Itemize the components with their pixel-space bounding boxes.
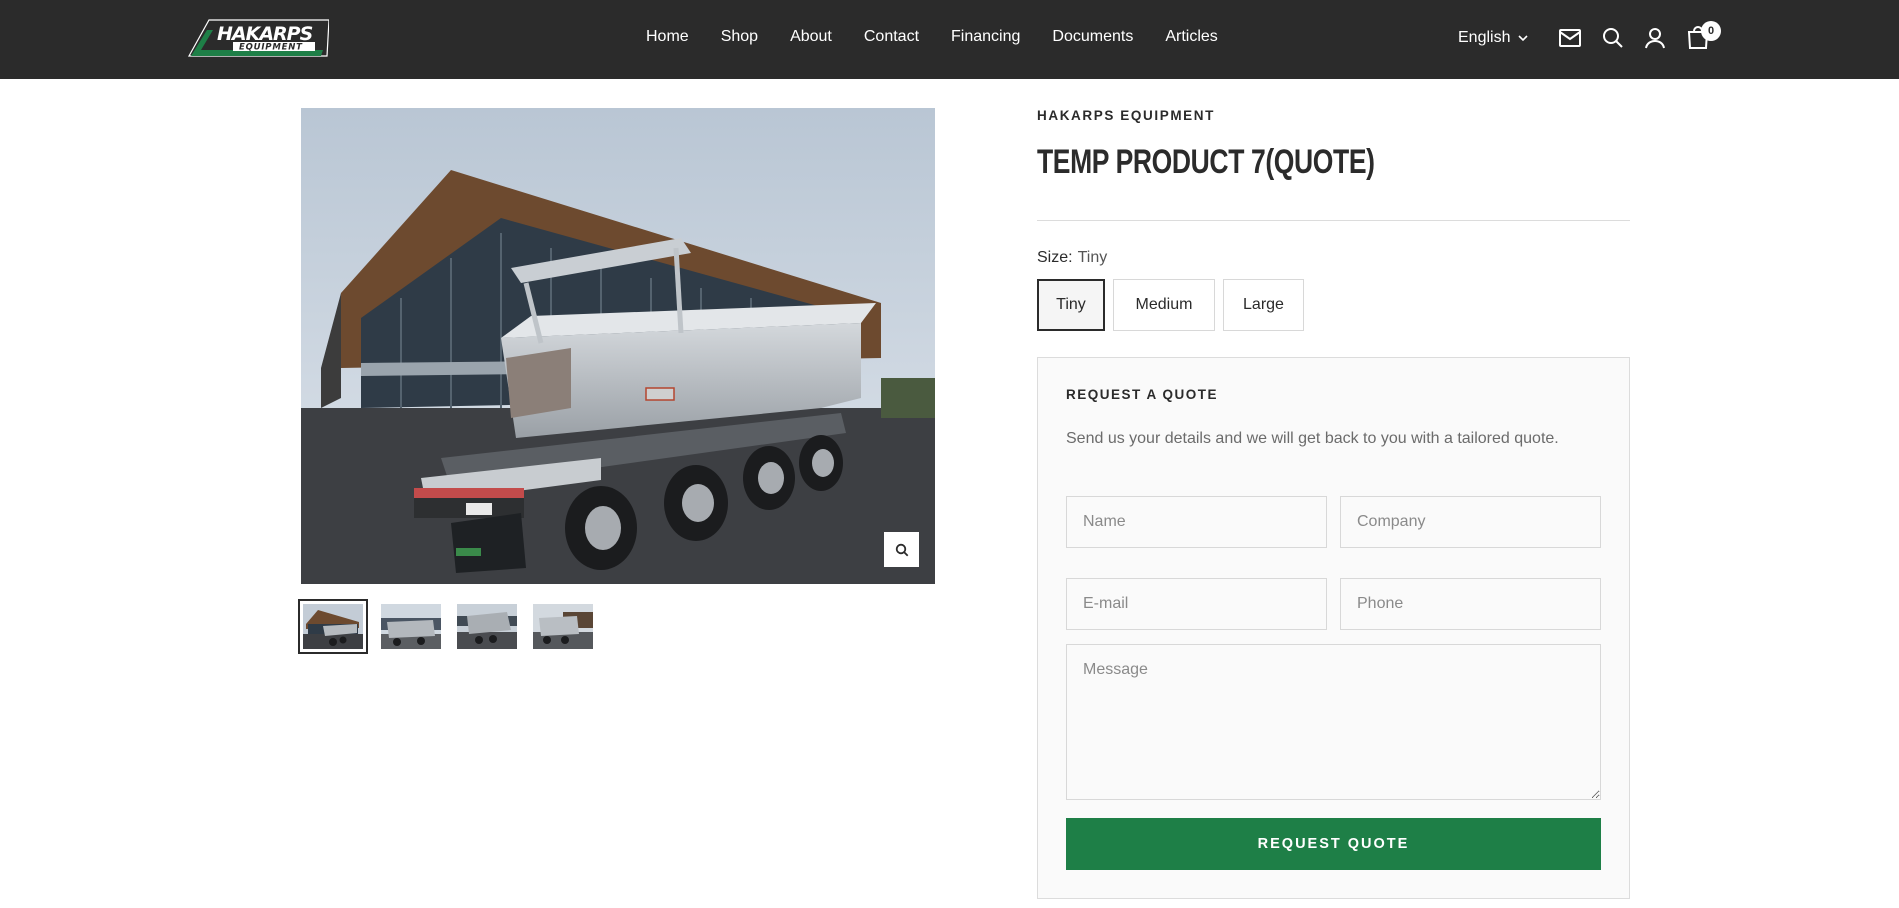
- cart-count-badge: 0: [1701, 21, 1721, 41]
- size-label: Size: Tiny: [1037, 249, 1107, 267]
- product-main-image[interactable]: [301, 108, 935, 584]
- mail-icon[interactable]: [1558, 26, 1582, 50]
- site-header: HAKARPS EQUIPMENT Home Shop About Contac…: [0, 0, 1899, 79]
- nav-documents[interactable]: Documents: [1052, 28, 1133, 46]
- quote-form-title: REQUEST A QUOTE: [1066, 387, 1219, 402]
- thumbnail-2[interactable]: [381, 604, 441, 649]
- magnifier-icon: [895, 543, 908, 556]
- email-field[interactable]: [1066, 578, 1327, 630]
- search-icon[interactable]: [1601, 26, 1625, 50]
- thumbnail-4[interactable]: [533, 604, 593, 649]
- divider: [1037, 220, 1630, 221]
- thumbnail-image: [457, 604, 517, 649]
- svg-text:EQUIPMENT: EQUIPMENT: [239, 43, 303, 53]
- thumbnail-3[interactable]: [457, 604, 517, 649]
- thumbnail-image: [303, 604, 363, 649]
- main-nav: Home Shop About Contact Financing Docume…: [646, 28, 1250, 46]
- size-selected-value: Tiny: [1077, 249, 1108, 266]
- hakarps-logo[interactable]: HAKARPS EQUIPMENT: [187, 18, 329, 58]
- thumbnail-image: [381, 604, 441, 649]
- nav-shop[interactable]: Shop: [721, 28, 758, 46]
- message-field[interactable]: [1066, 644, 1601, 800]
- zoom-button[interactable]: [884, 532, 919, 567]
- size-option-large[interactable]: Large: [1223, 279, 1304, 331]
- nav-articles[interactable]: Articles: [1165, 28, 1217, 46]
- thumbnail-image: [533, 604, 593, 649]
- account-icon[interactable]: [1643, 26, 1667, 50]
- nav-contact[interactable]: Contact: [864, 28, 919, 46]
- product-title: TEMP PRODUCT 7(QUOTE): [1037, 143, 1375, 181]
- nav-home[interactable]: Home: [646, 28, 689, 46]
- size-option-tiny[interactable]: Tiny: [1037, 279, 1105, 331]
- quote-form-description: Send us your details and we will get bac…: [1066, 430, 1559, 447]
- size-option-medium[interactable]: Medium: [1113, 279, 1215, 331]
- nav-about[interactable]: About: [790, 28, 832, 46]
- name-field[interactable]: [1066, 496, 1327, 548]
- size-label-text: Size:: [1037, 249, 1073, 266]
- company-field[interactable]: [1340, 496, 1601, 548]
- trailer-photo: [301, 108, 935, 584]
- thumbnail-1[interactable]: [298, 599, 368, 654]
- language-selector[interactable]: English: [1458, 29, 1529, 47]
- phone-field[interactable]: [1340, 578, 1601, 630]
- language-label: English: [1458, 29, 1511, 46]
- chevron-down-icon: [1518, 34, 1529, 41]
- request-quote-button[interactable]: REQUEST QUOTE: [1066, 818, 1601, 870]
- product-vendor[interactable]: HAKARPS EQUIPMENT: [1037, 108, 1215, 123]
- nav-financing[interactable]: Financing: [951, 28, 1020, 46]
